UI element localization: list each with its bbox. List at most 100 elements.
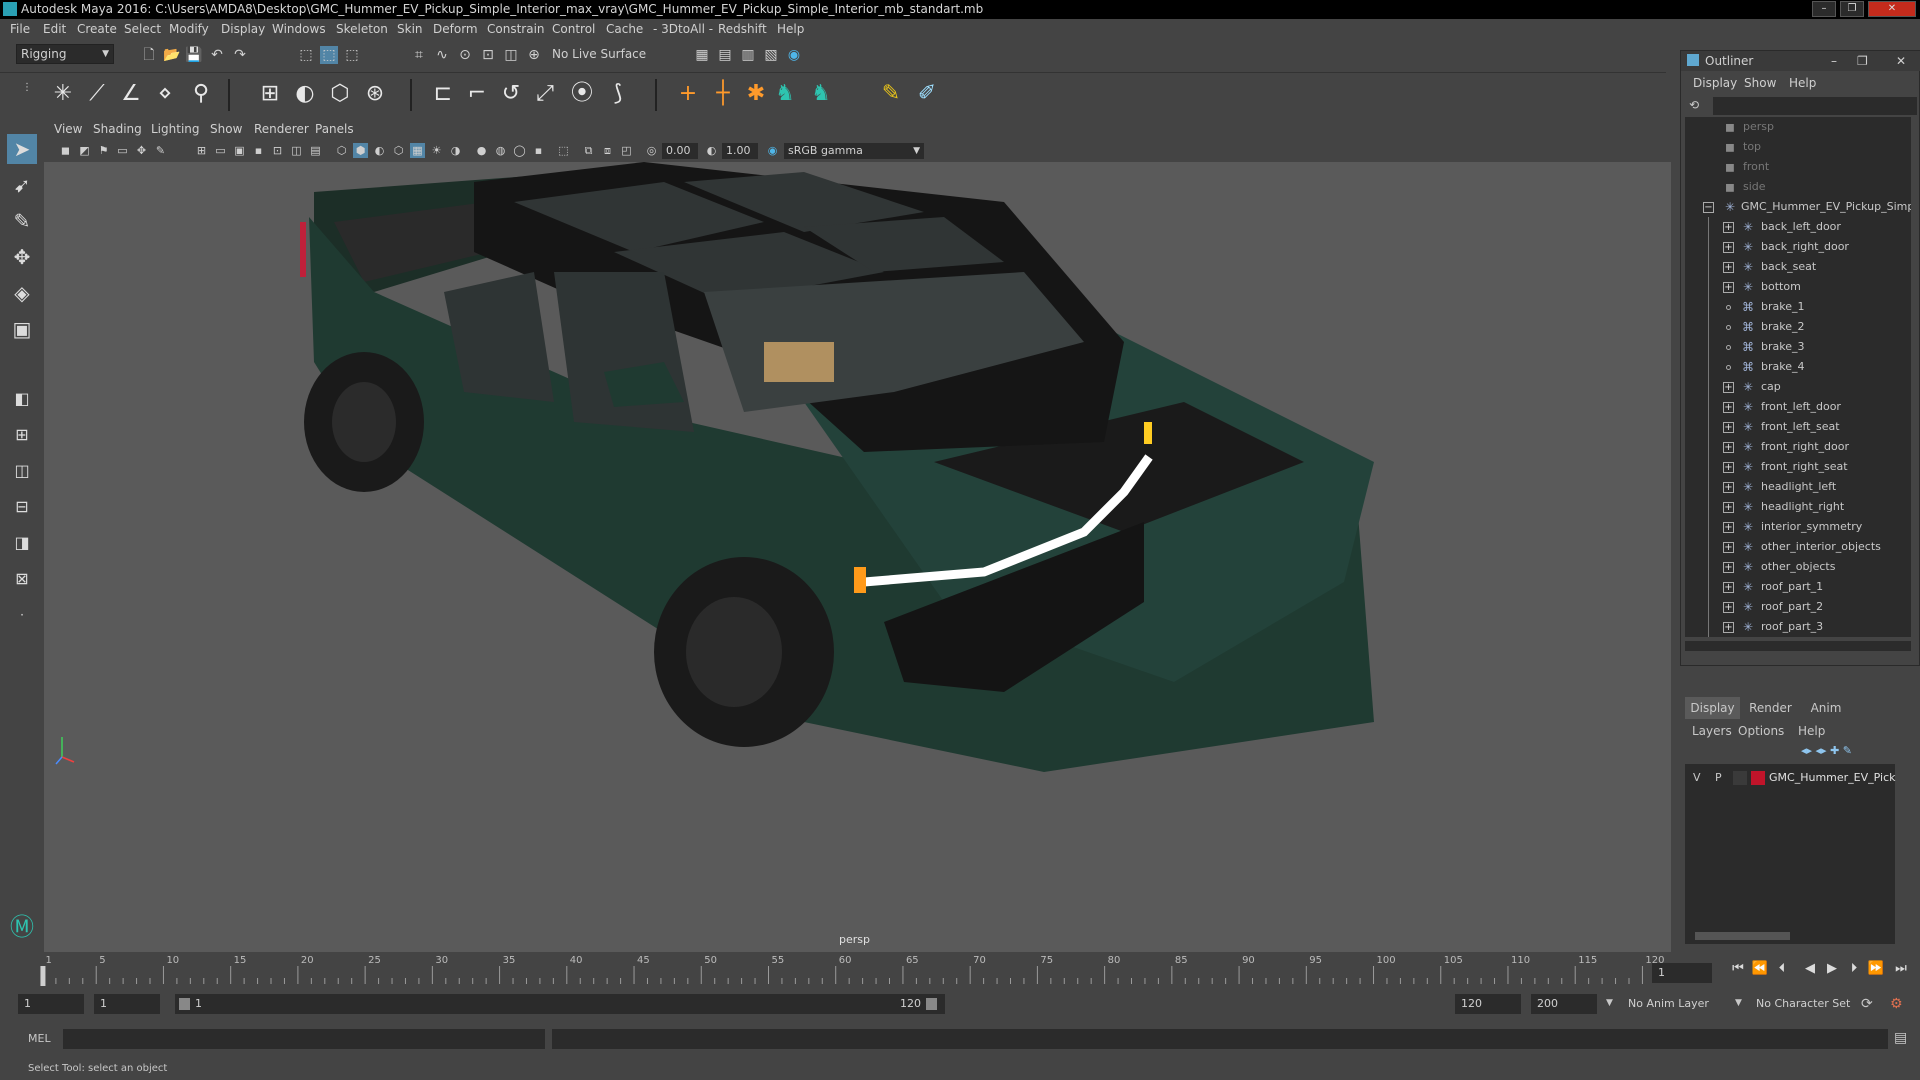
vp-menu-show[interactable]: Show: [210, 118, 242, 140]
menu-constrain[interactable]: Constrain: [487, 19, 545, 40]
maximize-button[interactable]: ❐: [1840, 1, 1864, 17]
range-handle-right[interactable]: [926, 998, 937, 1010]
grid-toggle-icon[interactable]: ⊞: [194, 143, 209, 158]
expand-icon[interactable]: +: [1723, 622, 1734, 633]
outliner-item[interactable]: + ✳ cap: [1685, 377, 1911, 397]
lasso-tool-icon[interactable]: ➹: [7, 170, 37, 200]
new-scene-icon[interactable]: 🗋: [140, 46, 158, 64]
mirror-joint-icon[interactable]: ⋄: [150, 79, 180, 109]
orient-constraint-icon[interactable]: ↺: [496, 79, 526, 109]
rotate-tool-icon[interactable]: ◈: [7, 278, 37, 308]
time-slider[interactable]: 1 5 10 15 20 25 30 35 40 45 50 55 60 65 70 75 80 85 90 95 10…: [27, 952, 1673, 988]
safe-title-icon[interactable]: ▤: [308, 143, 323, 158]
xray-joints-icon[interactable]: ⧈: [600, 143, 615, 158]
motion-blur-icon[interactable]: ◍: [493, 143, 508, 158]
tab-anim[interactable]: Anim: [1801, 697, 1851, 719]
outliner-item[interactable]: + ✳ roof_part_3: [1685, 617, 1911, 637]
expand-icon[interactable]: +: [1723, 262, 1734, 273]
vp-menu-panels[interactable]: Panels: [315, 118, 354, 140]
pole-vector-icon[interactable]: ⟆: [603, 79, 633, 109]
paint-select-icon[interactable]: ✎: [7, 206, 37, 236]
component-editor-icon[interactable]: ✐: [912, 79, 942, 109]
screen-space-ao-icon[interactable]: ●: [474, 143, 489, 158]
outliner-item[interactable]: + ✳ front_left_seat: [1685, 417, 1911, 437]
wireframe-icon[interactable]: ⬡: [334, 143, 349, 158]
ipr-render-icon[interactable]: ▥: [739, 46, 757, 64]
collapse-icon[interactable]: −: [1703, 202, 1714, 213]
aim-constraint-icon[interactable]: ⦿: [567, 79, 597, 109]
layout-options-icon[interactable]: ·: [7, 600, 37, 630]
anti-aliasing-icon[interactable]: ◯: [512, 143, 527, 158]
menuset-dropdown[interactable]: Rigging ▼: [16, 44, 114, 64]
layer-visibility[interactable]: V: [1693, 768, 1701, 788]
layer-hscroll-thumb[interactable]: [1695, 932, 1790, 940]
range-handle-left[interactable]: [179, 998, 190, 1010]
textured-icon[interactable]: ▦: [410, 143, 425, 158]
current-frame-field[interactable]: 1: [1652, 963, 1712, 983]
layer-type-box[interactable]: [1733, 771, 1747, 785]
outliner-camera-row[interactable]: ◼ persp: [1685, 117, 1911, 137]
outliner-item[interactable]: ⌘ brake_2: [1685, 317, 1911, 337]
hypershade-icon[interactable]: ◉: [785, 46, 803, 64]
outliner-item[interactable]: + ✳ interior_symmetry: [1685, 517, 1911, 537]
render-settings-icon[interactable]: ▦: [693, 46, 711, 64]
outliner-item[interactable]: + ✳ front_left_door: [1685, 397, 1911, 417]
expand-icon[interactable]: +: [1723, 422, 1734, 433]
single-pane-icon[interactable]: ◧: [7, 384, 37, 414]
maximize-icon[interactable]: ❐: [1857, 51, 1868, 71]
joint-tool-icon[interactable]: ✳: [48, 79, 78, 109]
exposure-icon[interactable]: ◎: [644, 143, 659, 158]
character-icon-2[interactable]: ♞: [806, 79, 836, 109]
filter-icon[interactable]: ⟲: [1689, 98, 1699, 112]
expand-icon[interactable]: +: [1723, 242, 1734, 253]
color-management-icon[interactable]: ◉: [765, 143, 780, 158]
smooth-bind-icon[interactable]: ◐: [290, 79, 320, 109]
shelf-options-icon[interactable]: ⋮: [18, 79, 36, 97]
safe-action-icon[interactable]: ◫: [289, 143, 304, 158]
end-time-field[interactable]: 200: [1531, 994, 1597, 1014]
close-button[interactable]: ✕: [1868, 1, 1916, 17]
outliner-menu-help[interactable]: Help: [1789, 73, 1816, 93]
xray-icon[interactable]: ⧉: [581, 143, 596, 158]
outliner-item[interactable]: + ✳ bottom: [1685, 277, 1911, 297]
minimize-icon[interactable]: –: [1831, 51, 1837, 71]
menu-edit[interactable]: Edit: [43, 19, 66, 40]
undo-icon[interactable]: ↶: [208, 46, 226, 64]
menu-3dtoall[interactable]: - 3DtoAll -: [653, 19, 713, 40]
expand-icon[interactable]: +: [1723, 502, 1734, 513]
playback-end-field[interactable]: 120: [1455, 994, 1521, 1014]
vp-menu-renderer[interactable]: Renderer: [254, 118, 309, 140]
menu-cache[interactable]: Cache: [606, 19, 643, 40]
go-to-end-icon[interactable]: ⏭: [1892, 960, 1910, 978]
layer-action-icons[interactable]: ◂▸ ◂▸ ✚ ✎: [1801, 744, 1852, 757]
chevron-down-icon[interactable]: ▼: [1735, 998, 1742, 1008]
script-language-label[interactable]: MEL: [28, 1032, 51, 1045]
move-tool-icon[interactable]: ✥: [7, 242, 37, 272]
playback-start-field[interactable]: 1: [94, 994, 160, 1014]
layer-menu-layers[interactable]: Layers: [1692, 724, 1732, 738]
snap-curve-icon[interactable]: ∿: [433, 46, 451, 64]
bind-skin-icon[interactable]: ⊞: [255, 79, 285, 109]
select-hierarchy-icon[interactable]: ⬚: [297, 46, 315, 64]
animation-prefs-icon[interactable]: ⚙: [1890, 996, 1903, 1012]
use-all-lights-icon[interactable]: ☀: [429, 143, 444, 158]
shadows-icon[interactable]: ◑: [448, 143, 463, 158]
select-tool-icon[interactable]: ➤: [7, 134, 37, 164]
2d-pan-icon[interactable]: ✥: [134, 143, 149, 158]
play-forward-icon[interactable]: ▶: [1823, 960, 1841, 978]
step-forward-frame-icon[interactable]: ⏵: [1845, 960, 1863, 978]
render-view-icon[interactable]: ▧: [762, 46, 780, 64]
four-pane-icon[interactable]: ⊞: [7, 420, 37, 450]
image-plane-icon[interactable]: ▭: [115, 143, 130, 158]
live-surface-icon[interactable]: ⊕: [525, 46, 543, 64]
ik-spline-icon[interactable]: ∠: [116, 79, 146, 109]
outliner-hscroll[interactable]: [1685, 641, 1911, 651]
layer-row[interactable]: V P GMC_Hummer_EV_Pick: [1685, 768, 1896, 788]
humanik-icon[interactable]: ⚲: [186, 79, 216, 109]
outliner-item[interactable]: + ✳ back_seat: [1685, 257, 1911, 277]
expand-icon[interactable]: +: [1723, 402, 1734, 413]
wireframe-on-shaded-icon[interactable]: ⬡: [391, 143, 406, 158]
expand-icon[interactable]: +: [1723, 522, 1734, 533]
layer-menu-options[interactable]: Options: [1738, 724, 1784, 738]
expand-icon[interactable]: +: [1723, 462, 1734, 473]
